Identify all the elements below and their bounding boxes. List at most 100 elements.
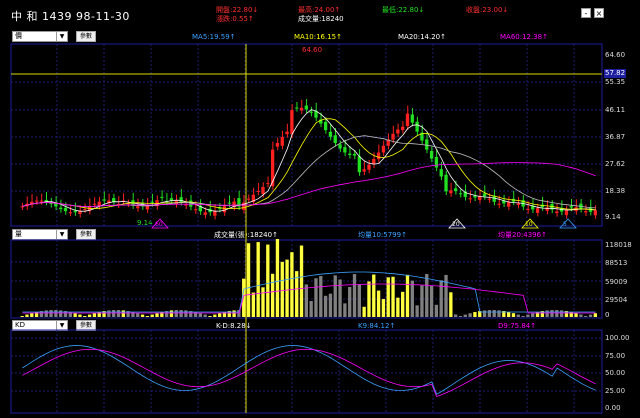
candle-body <box>434 157 439 168</box>
volume-bar <box>405 274 410 317</box>
candle-body <box>454 188 458 192</box>
candle-body <box>97 201 101 206</box>
candle-body <box>112 198 116 202</box>
volume-bar <box>376 290 381 317</box>
volume-bar <box>232 310 236 317</box>
candle-body <box>304 105 308 110</box>
candle-body <box>401 126 405 130</box>
volume-bar <box>579 314 583 317</box>
candle-body <box>391 133 395 140</box>
candle-body <box>261 186 265 195</box>
volume-bar <box>362 306 366 317</box>
volume-bar <box>487 310 492 317</box>
volume-bar <box>531 313 535 317</box>
volume-bar <box>323 295 328 317</box>
k-line <box>22 345 596 395</box>
volume-bar <box>473 312 477 317</box>
candle-body <box>439 169 443 177</box>
volume-bar <box>44 310 48 317</box>
candle-body <box>246 198 251 200</box>
candle-body <box>449 190 453 194</box>
candle-body <box>323 121 328 131</box>
candle-body <box>92 203 97 205</box>
candle-body <box>285 131 289 135</box>
volume-bar <box>401 291 405 317</box>
volume-bar <box>261 287 265 317</box>
volume-bar <box>251 292 256 317</box>
candle-body <box>396 129 400 134</box>
candle-body <box>593 210 597 216</box>
candle-body <box>270 149 275 187</box>
candle-body <box>333 135 337 144</box>
ma-line-5 <box>22 109 596 212</box>
volume-bar <box>121 310 125 317</box>
candle-body <box>203 212 207 215</box>
volume-bar <box>107 310 111 317</box>
volume-bar <box>78 314 82 317</box>
volume-bar <box>343 303 347 317</box>
volume-bar <box>208 315 212 317</box>
volume-bar <box>511 313 516 317</box>
candle-body <box>280 136 284 146</box>
volume-bar <box>304 284 308 317</box>
candle-body <box>136 206 140 209</box>
volume-bar <box>526 314 530 317</box>
volume-bar <box>593 313 597 317</box>
volume-bar <box>482 310 487 317</box>
ma-line-20 <box>22 135 596 209</box>
marker-5: 5 <box>563 221 567 228</box>
candle-body <box>348 153 352 155</box>
volume-bar <box>87 314 92 317</box>
volume-bar <box>550 310 554 317</box>
volume-bar <box>198 313 203 317</box>
volume-bar <box>20 316 24 317</box>
candle-body <box>555 211 559 214</box>
volume-bar <box>396 297 400 317</box>
volume-bar <box>468 313 472 317</box>
candle-body <box>193 209 198 211</box>
candle-body <box>425 139 429 150</box>
volume-bar <box>497 310 501 317</box>
volume-bar <box>213 314 217 317</box>
candle-body <box>352 153 357 156</box>
candle-body <box>256 190 260 192</box>
volume-bar <box>314 278 318 317</box>
volume-bar <box>59 310 63 317</box>
volume-bar <box>275 239 280 317</box>
volume-bar <box>174 310 178 317</box>
candle-body <box>405 113 410 126</box>
volume-bar <box>545 310 549 317</box>
volume-bar <box>367 281 371 317</box>
volume-bar <box>463 314 467 317</box>
candle-body <box>376 152 381 160</box>
candle-body <box>482 193 487 197</box>
volume-bar <box>415 305 419 317</box>
candle-body <box>468 198 472 200</box>
volume-bar <box>83 315 87 317</box>
candle-body <box>357 156 361 173</box>
volume-bar <box>391 276 395 317</box>
candle-body <box>34 200 39 202</box>
candle-body <box>526 209 530 211</box>
candle-body <box>516 203 520 205</box>
candle-body <box>160 196 164 198</box>
volume-bar <box>112 310 116 317</box>
candle-body <box>102 199 106 201</box>
candle-body <box>338 144 342 149</box>
volume-bar <box>150 314 154 317</box>
candle-body <box>328 131 333 137</box>
volume-bar <box>169 310 174 317</box>
volume-bar <box>588 314 593 317</box>
candle-body <box>458 193 463 195</box>
candle-body <box>564 209 569 216</box>
volume-bar <box>299 245 304 317</box>
volume-bar <box>555 310 559 317</box>
volume-bar <box>372 274 376 317</box>
candle-body <box>381 145 386 153</box>
volume-bar <box>574 313 578 317</box>
volume-bar <box>136 313 140 317</box>
candle-body <box>410 114 414 123</box>
volume-bar <box>25 314 29 317</box>
candle-body <box>343 147 347 153</box>
volume-bar <box>179 310 183 317</box>
